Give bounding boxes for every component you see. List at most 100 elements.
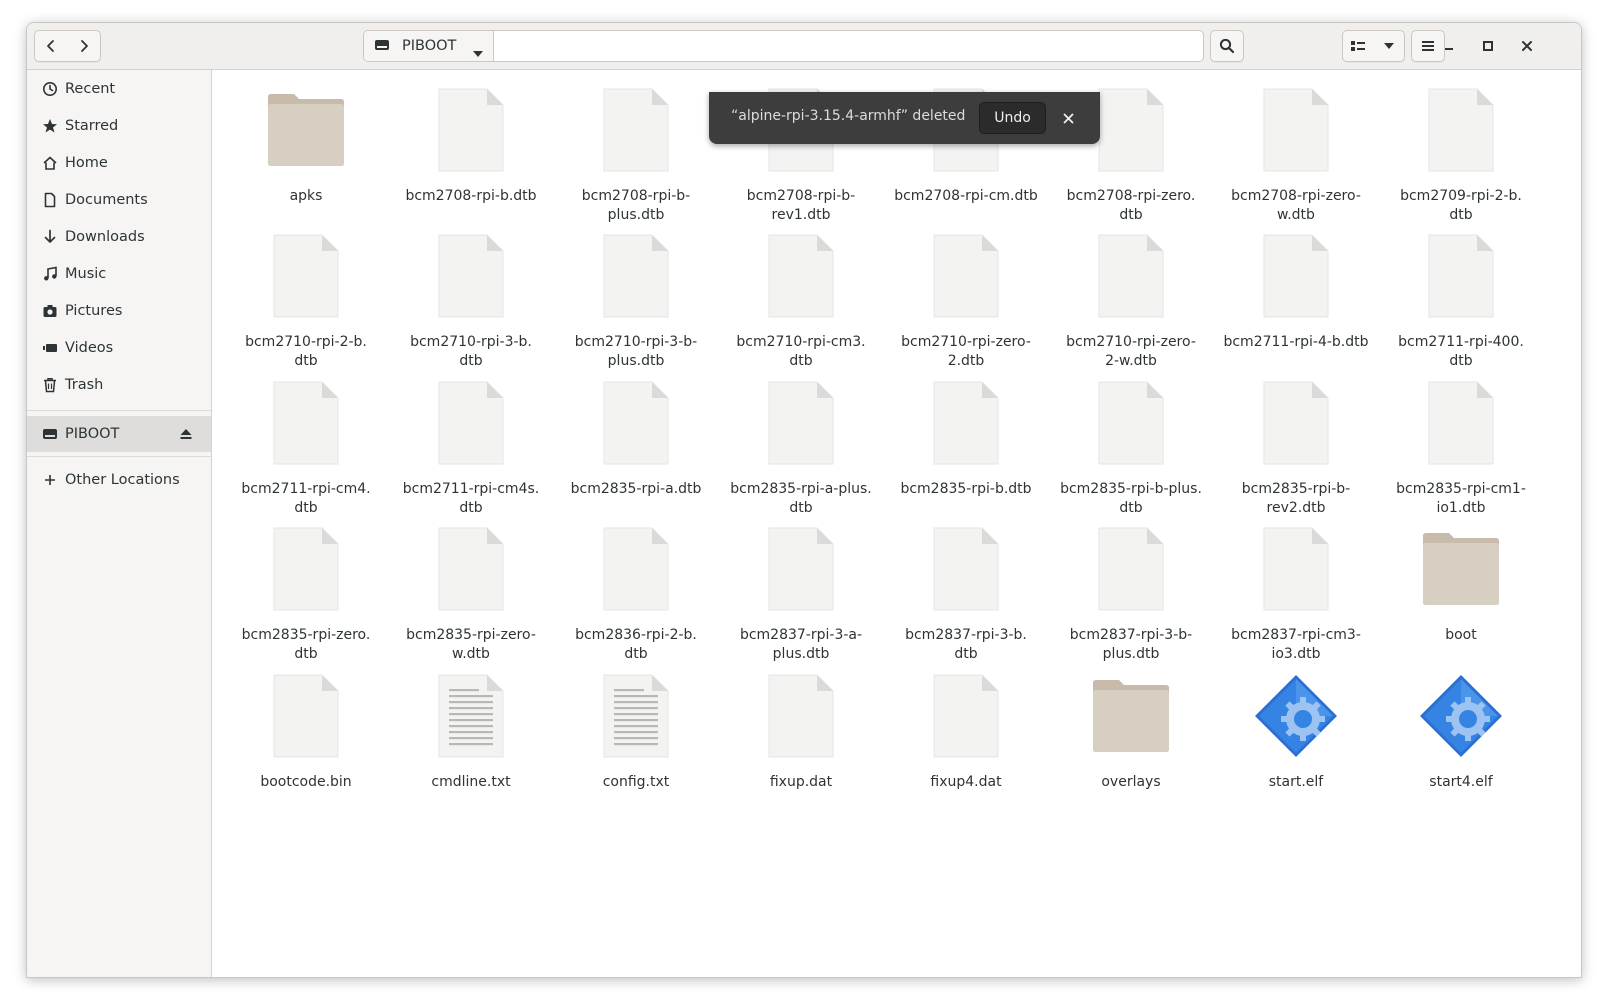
file-item[interactable]: bcm2710-rpi-zero- 2.dtb (886, 233, 1046, 373)
file-item[interactable]: bcm2835-rpi-a-plus. dtb (721, 380, 881, 520)
file-item[interactable]: bootcode.bin (226, 673, 386, 813)
search-button[interactable] (1210, 30, 1244, 62)
file-item[interactable]: bcm2711-rpi-400. dtb (1381, 233, 1541, 373)
file-icon (1051, 526, 1211, 618)
sidebar-item-label: PIBOOT (65, 426, 120, 442)
file-name: bcm2711-rpi-4-b.dtb (1223, 334, 1369, 350)
file-item[interactable]: start4.elf (1381, 673, 1541, 813)
file-item[interactable]: config.txt (556, 673, 716, 813)
sidebar-item-recent[interactable]: Recent (27, 71, 211, 107)
file-name: bcm2835-rpi-b.dtb (900, 481, 1032, 497)
trash-icon (41, 376, 59, 394)
sidebar-item-videos[interactable]: Videos (27, 330, 211, 366)
forward-button[interactable] (67, 30, 101, 62)
view-toggle-button[interactable] (1342, 30, 1374, 62)
file-item[interactable]: bcm2835-rpi-a.dtb (556, 380, 716, 520)
file-item[interactable]: cmdline.txt (391, 673, 551, 813)
undo-button[interactable]: Undo (979, 102, 1046, 134)
file-item[interactable]: fixup.dat (721, 673, 881, 813)
file-item[interactable]: bcm2836-rpi-2-b. dtb (556, 526, 716, 666)
file-item[interactable]: bcm2708-rpi-zero- w.dtb (1216, 87, 1376, 227)
plus-icon (41, 471, 59, 489)
location-label: PIBOOT (402, 38, 457, 54)
file-grid: apks bcm2708-rpi-b.dtb bcm2708-rpi-b- plus… (212, 70, 1581, 977)
eject-icon[interactable] (179, 427, 193, 445)
file-item[interactable]: bcm2835-rpi-b- rev2.dtb (1216, 380, 1376, 520)
file-name: bcm2711-rpi-400. dtb (1398, 334, 1524, 369)
executable-icon (1216, 673, 1376, 765)
file-item[interactable]: bcm2835-rpi-zero. dtb (226, 526, 386, 666)
sidebar-item-music[interactable]: Music (27, 256, 211, 292)
file-name: start.elf (1268, 774, 1324, 790)
text-file-icon (556, 673, 716, 765)
file-item[interactable]: bcm2710-rpi-cm3. dtb (721, 233, 881, 373)
minimize-button[interactable] (1437, 34, 1461, 58)
file-icon (1381, 233, 1541, 325)
file-item[interactable]: bcm2835-rpi-b-plus. dtb (1051, 380, 1211, 520)
sidebar: Recent Starred Home Documents Downloads (27, 70, 212, 977)
file-item[interactable]: bcm2708-rpi-b- plus.dtb (556, 87, 716, 227)
undo-notification: “alpine-rpi-3.15.4-armhf” deleted Undo (709, 92, 1100, 144)
folder-item[interactable]: apks (226, 87, 386, 227)
sidebar-item-trash[interactable]: Trash (27, 367, 211, 403)
sidebar-item-documents[interactable]: Documents (27, 182, 211, 218)
file-item[interactable]: bcm2835-rpi-zero- w.dtb (391, 526, 551, 666)
sidebar-item-home[interactable]: Home (27, 145, 211, 181)
sidebar-separator (27, 410, 211, 411)
chevron-down-icon[interactable] (472, 43, 484, 61)
file-item[interactable]: bcm2710-rpi-3-b- plus.dtb (556, 233, 716, 373)
sidebar-item-label: Pictures (65, 303, 123, 319)
file-name: bcm2836-rpi-2-b. dtb (575, 627, 697, 662)
folder-item[interactable]: boot (1381, 526, 1541, 666)
file-item[interactable]: bcm2711-rpi-cm4. dtb (226, 380, 386, 520)
file-item[interactable]: bcm2710-rpi-2-b. dtb (226, 233, 386, 373)
folder-item[interactable]: overlays (1051, 673, 1211, 813)
file-item[interactable]: bcm2711-rpi-cm4s. dtb (391, 380, 551, 520)
file-item[interactable]: bcm2709-rpi-2-b. dtb (1381, 87, 1541, 227)
file-name: bcm2835-rpi-zero. dtb (241, 627, 371, 662)
file-item[interactable]: bcm2837-rpi-3-b. dtb (886, 526, 1046, 666)
file-item[interactable]: bcm2835-rpi-cm1- io1.dtb (1381, 380, 1541, 520)
sidebar-item-starred[interactable]: Starred (27, 108, 211, 144)
view-options-button[interactable] (1373, 30, 1405, 62)
sidebar-item-downloads[interactable]: Downloads (27, 219, 211, 255)
file-name: bcm2837-rpi-cm3- io3.dtb (1231, 627, 1361, 662)
file-name: bcm2708-rpi-cm.dtb (894, 188, 1038, 204)
sidebar-item-label: Starred (65, 118, 119, 134)
back-button[interactable] (34, 30, 68, 62)
file-item[interactable]: bcm2835-rpi-b.dtb (886, 380, 1046, 520)
close-icon (1521, 37, 1533, 56)
sidebar-item-label: Downloads (65, 229, 145, 245)
file-name: fixup4.dat (930, 774, 1002, 790)
hamburger-menu-icon (1421, 40, 1435, 52)
file-icon (391, 526, 551, 618)
video-icon (41, 339, 59, 357)
file-item[interactable]: bcm2708-rpi-b.dtb (391, 87, 551, 227)
file-icon (226, 673, 386, 765)
sidebar-item-label: Home (65, 155, 108, 171)
sidebar-item-piboot[interactable]: PIBOOT (27, 416, 211, 452)
maximize-button[interactable] (1476, 34, 1500, 58)
sidebar-item-other-locations[interactable]: Other Locations (27, 462, 211, 498)
file-icon (226, 380, 386, 472)
file-item[interactable]: start.elf (1216, 673, 1376, 813)
executable-icon (1381, 673, 1541, 765)
file-name: overlays (1101, 774, 1161, 790)
file-item[interactable]: bcm2837-rpi-3-a- plus.dtb (721, 526, 881, 666)
file-name: bcm2710-rpi-cm3. dtb (736, 334, 866, 369)
file-item[interactable]: bcm2710-rpi-zero- 2-w.dtb (1051, 233, 1211, 373)
close-notification-button[interactable] (1058, 108, 1078, 128)
file-item[interactable]: bcm2837-rpi-3-b- plus.dtb (1051, 526, 1211, 666)
file-name: bcm2835-rpi-a.dtb (570, 481, 702, 497)
file-icon (556, 526, 716, 618)
file-item[interactable]: bcm2710-rpi-3-b. dtb (391, 233, 551, 373)
sidebar-item-pictures[interactable]: Pictures (27, 293, 211, 329)
location-button[interactable]: PIBOOT (364, 31, 494, 61)
file-item[interactable]: bcm2711-rpi-4-b.dtb (1216, 233, 1376, 373)
close-window-button[interactable] (1515, 34, 1539, 58)
file-item[interactable]: fixup4.dat (886, 673, 1046, 813)
file-icon (556, 380, 716, 472)
file-icon (1216, 380, 1376, 472)
path-bar[interactable]: PIBOOT (363, 30, 1204, 62)
file-item[interactable]: bcm2837-rpi-cm3- io3.dtb (1216, 526, 1376, 666)
